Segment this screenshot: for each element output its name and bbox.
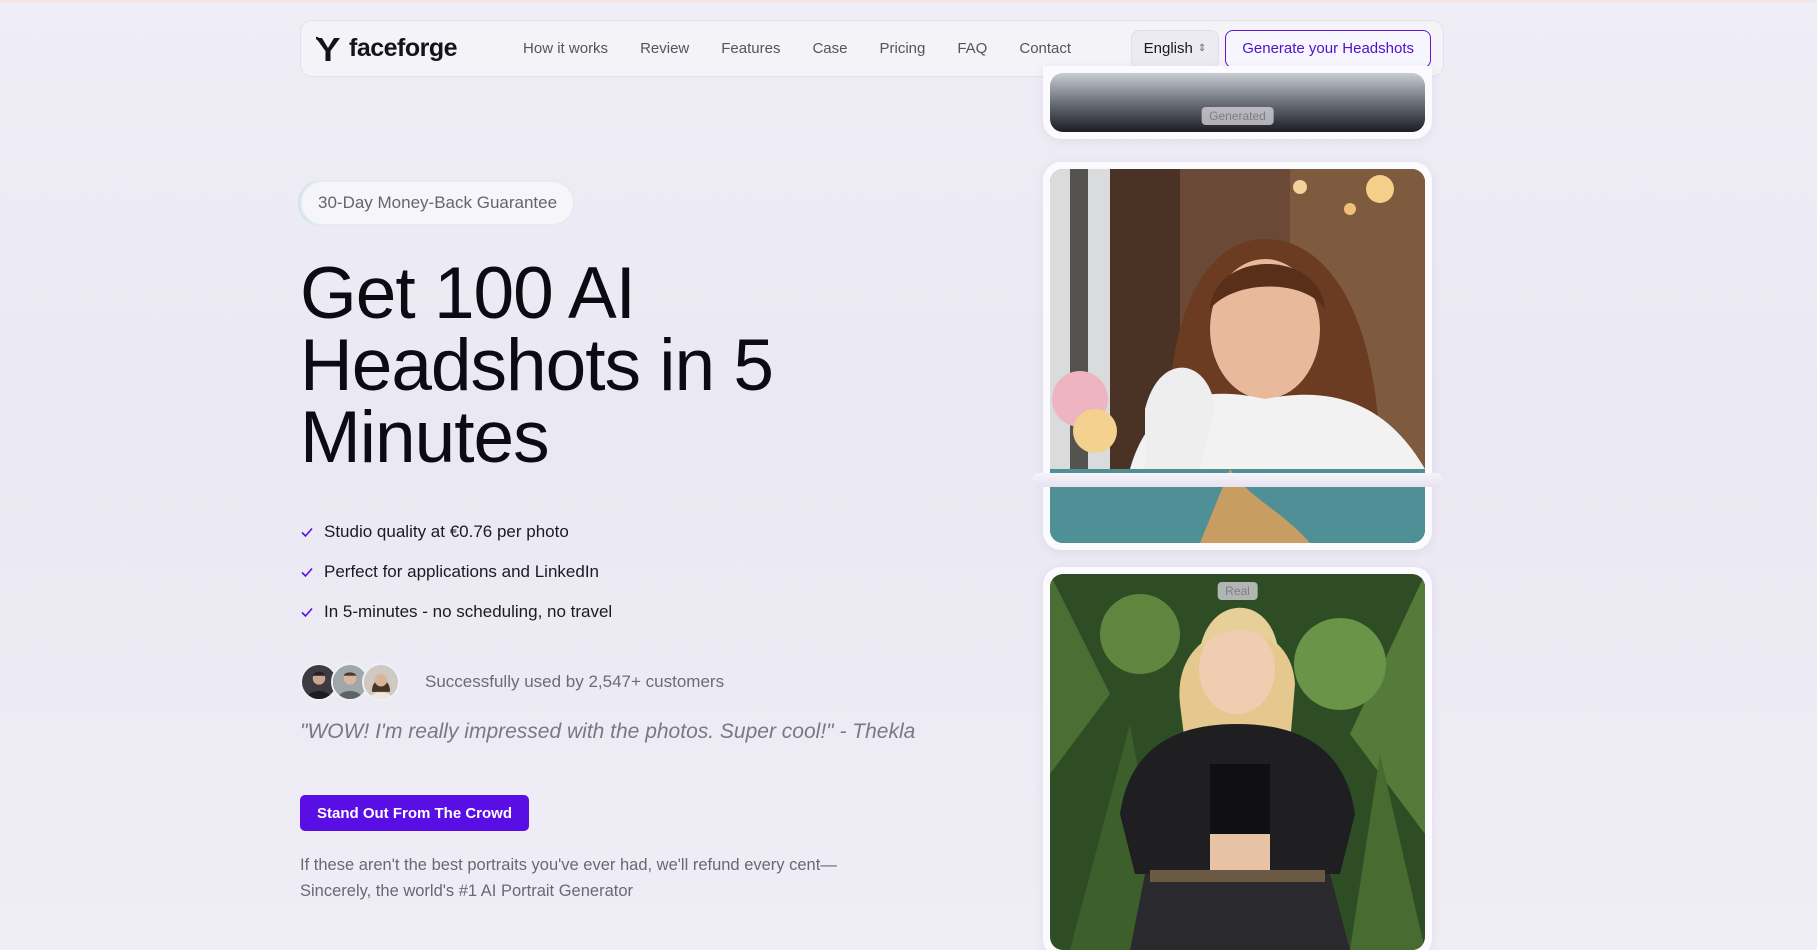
stand-out-button[interactable]: Stand Out From The Crowd <box>300 795 529 831</box>
chevron-updown-icon: ⇕ <box>1197 42 1207 54</box>
customer-avatars <box>300 663 400 701</box>
refund-note: If these aren't the best portraits you'v… <box>300 856 837 900</box>
nav-link-pricing[interactable]: Pricing <box>879 40 925 57</box>
check-icon <box>301 567 313 578</box>
guarantee-badge: 30-Day Money-Back Guarantee <box>300 180 576 226</box>
generate-headshots-button[interactable]: Generate your Headshots <box>1225 29 1431 68</box>
benefit-item: In 5-minutes - no scheduling, no travel <box>300 592 612 632</box>
nav-link-faq[interactable]: FAQ <box>957 40 987 57</box>
benefit-item: Studio quality at €0.76 per photo <box>300 512 612 552</box>
nav-actions: English ⇕ Generate your Headshots <box>1130 29 1431 68</box>
brand-name: faceforge <box>349 34 458 62</box>
language-label: English <box>1143 40 1193 57</box>
gallery-card-generated-top: Generated <box>1043 66 1432 139</box>
benefit-text: Studio quality at €0.76 per photo <box>324 522 569 541</box>
real-tag: Real <box>1217 582 1258 600</box>
avatar <box>362 663 400 701</box>
language-select[interactable]: English ⇕ <box>1130 29 1220 68</box>
comparison-slider-handle[interactable] <box>1032 473 1443 487</box>
logo-mark-icon <box>315 36 340 61</box>
benefit-list: Studio quality at €0.76 per photo Perfec… <box>300 512 612 632</box>
check-icon <box>301 607 313 618</box>
nav-link-review[interactable]: Review <box>640 40 689 57</box>
nav-link-features[interactable]: Features <box>721 40 780 57</box>
hero-headline: Get 100 AI Headshots in 5 Minutes <box>300 253 774 478</box>
social-proof: Successfully used by 2,547+ customers <box>300 663 724 701</box>
generated-tag: Generated <box>1201 107 1274 125</box>
nav-link-contact[interactable]: Contact <box>1019 40 1071 57</box>
benefit-text: Perfect for applications and LinkedIn <box>324 562 600 581</box>
testimonial-quote: "WOW! I'm really impressed with the phot… <box>300 720 916 743</box>
customer-count: Successfully used by 2,547+ customers <box>425 672 725 691</box>
nav-link-case[interactable]: Case <box>812 40 847 57</box>
check-icon <box>301 527 313 538</box>
gallery-card-comparison <box>1043 162 1432 550</box>
logo[interactable]: faceforge <box>313 34 458 64</box>
top-border <box>0 0 1817 3</box>
nav-links: How it works Review Features Case Pricin… <box>523 40 1071 57</box>
generated-photo: Generated <box>1050 73 1425 132</box>
gallery-card-real: Real <box>1043 567 1432 950</box>
nav-link-how-it-works[interactable]: How it works <box>523 40 608 57</box>
benefit-item: Perfect for applications and LinkedIn <box>300 552 612 592</box>
real-photo: Real <box>1050 574 1425 950</box>
benefit-text: In 5-minutes - no scheduling, no travel <box>324 602 613 621</box>
